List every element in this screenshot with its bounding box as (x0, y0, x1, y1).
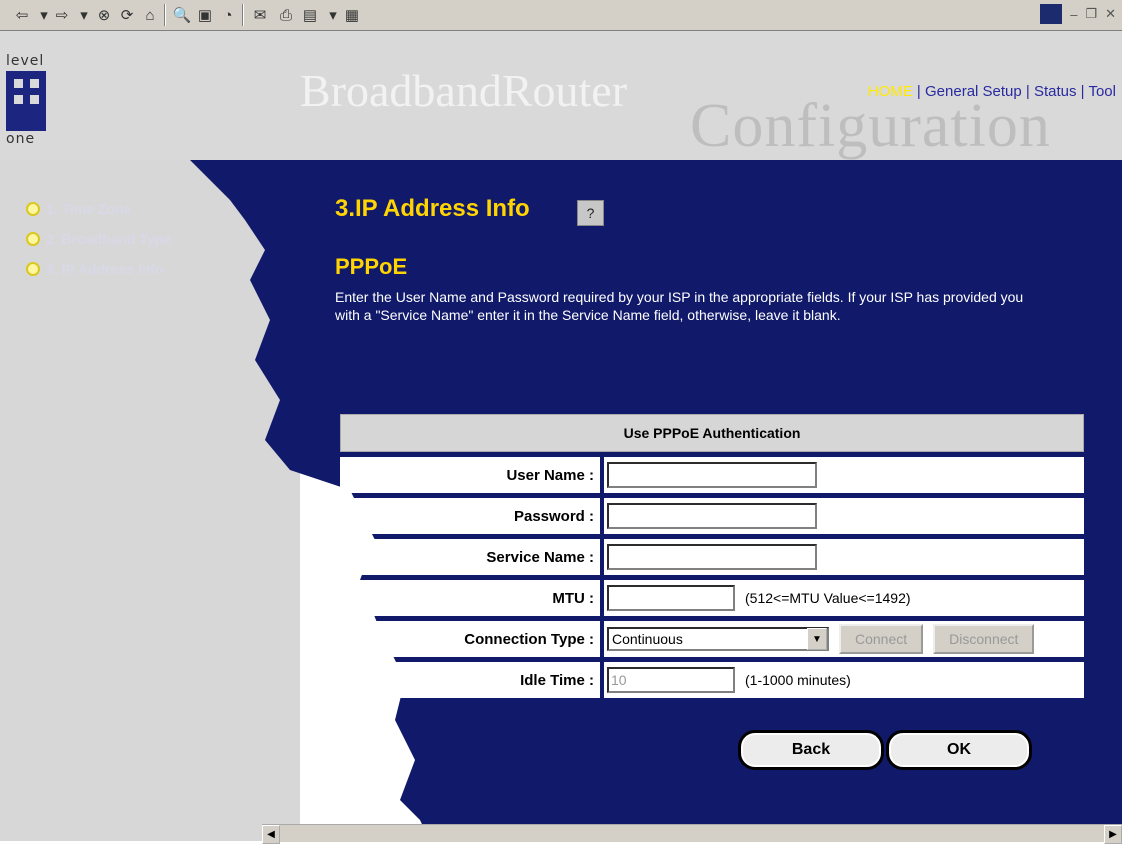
page-title: 3.IP Address Info (335, 195, 530, 222)
back-dropdown-icon[interactable]: ▾ (34, 5, 54, 25)
password-label: Password : (340, 498, 600, 534)
service-name-input[interactable] (607, 544, 817, 570)
logo-grid-icon (6, 71, 46, 131)
step-label: 1. Time Zone (46, 201, 132, 217)
logo-top-text: level (6, 53, 45, 69)
forward-dropdown-icon[interactable]: ▾ (74, 5, 94, 25)
home-icon[interactable]: ⌂ (140, 5, 160, 25)
top-nav: HOME | General Setup | Status | Tool (868, 83, 1116, 100)
nav-separator: | (1021, 83, 1034, 100)
nav-general-setup-link[interactable]: General Setup (925, 83, 1022, 100)
nav-status-link[interactable]: Status (1034, 83, 1077, 100)
step-ip-address-info[interactable]: 3. IP Address Info (26, 261, 163, 277)
header: level one Configuration BroadbandRouter … (0, 31, 1122, 161)
scroll-right-icon[interactable]: ▶ (1104, 825, 1122, 844)
user-name-row: User Name : (340, 457, 1084, 493)
restore-icon[interactable]: ❐ (1085, 6, 1097, 22)
idle-time-label: Idle Time : (340, 662, 600, 698)
mtu-label: MTU : (340, 580, 600, 616)
logo-bottom-text: one (6, 131, 36, 147)
step-broadband-type[interactable]: 2. Broadband Type (26, 231, 171, 247)
forward-icon[interactable]: ⇨ (52, 5, 72, 25)
password-row: Password : (340, 498, 1084, 534)
connection-type-label: Connection Type : (340, 621, 600, 657)
brand-subtitle: Configuration (690, 92, 1051, 160)
stop-icon[interactable]: ⊗ (94, 5, 114, 25)
refresh-icon[interactable]: ⟳ (117, 5, 137, 25)
mtu-row: MTU : (512<=MTU Value<=1492) (340, 580, 1084, 616)
print-icon[interactable]: ⎙ (276, 5, 296, 25)
back-button[interactable]: Back (738, 730, 884, 770)
horizontal-scrollbar[interactable]: ◀ ▶ (262, 824, 1122, 844)
search-icon[interactable]: 🔍 (172, 5, 192, 25)
chevron-down-icon[interactable]: ▼ (807, 628, 827, 650)
step-time-zone[interactable]: 1. Time Zone (26, 201, 131, 217)
nav-separator: | (912, 83, 925, 100)
connection-type-row: Connection Type : Continuous ▼ Connect D… (340, 621, 1084, 657)
browser-toolbar: ⇦ ▾ ⇨ ▾ ⊗ ⟳ ⌂ 🔍 ▣ ◔ ✉ ⎙ ▤ ▾ ▦ – ❐ ✕ (0, 0, 1122, 31)
nav-home-link[interactable]: HOME (868, 83, 913, 100)
nav-tool-link[interactable]: Tool (1088, 83, 1116, 100)
edit-icon[interactable]: ▤ (300, 5, 320, 25)
connect-button[interactable]: Connect (839, 624, 924, 654)
mtu-hint: (512<=MTU Value<=1492) (745, 590, 911, 606)
pppoe-form: Use PPPoE Authentication User Name : Pas… (340, 414, 1084, 698)
password-input[interactable] (607, 503, 817, 529)
discuss-icon[interactable]: ▾ (323, 5, 343, 25)
user-name-input[interactable] (607, 462, 817, 488)
minimize-icon[interactable]: – (1070, 7, 1077, 22)
connection-type-value: Continuous (612, 631, 683, 647)
windows-logo-icon (1040, 4, 1063, 24)
step-label: 2. Broadband Type (46, 231, 171, 247)
step-bullet-icon (26, 232, 40, 246)
form-heading: Use PPPoE Authentication (340, 414, 1084, 452)
idle-time-input[interactable] (607, 667, 735, 693)
service-name-row: Service Name : (340, 539, 1084, 575)
connection-type-select[interactable]: Continuous ▼ (607, 627, 829, 651)
history-icon[interactable]: ◔ (218, 5, 238, 25)
back-icon[interactable]: ⇦ (12, 5, 32, 25)
document-icon[interactable]: ▦ (342, 5, 362, 25)
ok-button[interactable]: OK (886, 730, 1032, 770)
idle-time-hint: (1-1000 minutes) (745, 672, 851, 688)
favorites-icon[interactable]: ▣ (195, 5, 215, 25)
brand-title: BroadbandRouter (300, 65, 628, 116)
mtu-input[interactable] (607, 585, 735, 611)
help-icon[interactable]: ? (577, 200, 604, 226)
step-label: 3. IP Address Info (46, 261, 164, 277)
window-controls: – ❐ ✕ (1040, 4, 1116, 24)
nav-separator: | (1076, 83, 1089, 100)
user-name-label: User Name : (340, 457, 600, 493)
close-icon[interactable]: ✕ (1105, 6, 1116, 22)
idle-time-row: Idle Time : (1-1000 minutes) (340, 662, 1084, 698)
mail-icon[interactable]: ✉ (250, 5, 270, 25)
step-bullet-icon (26, 202, 40, 216)
step-bullet-icon (26, 262, 40, 276)
scroll-left-icon[interactable]: ◀ (262, 825, 280, 844)
service-name-label: Service Name : (340, 539, 600, 575)
section-title: PPPoE (335, 254, 408, 279)
disconnect-button[interactable]: Disconnect (933, 624, 1035, 654)
description-text: Enter the User Name and Password require… (335, 289, 1024, 323)
